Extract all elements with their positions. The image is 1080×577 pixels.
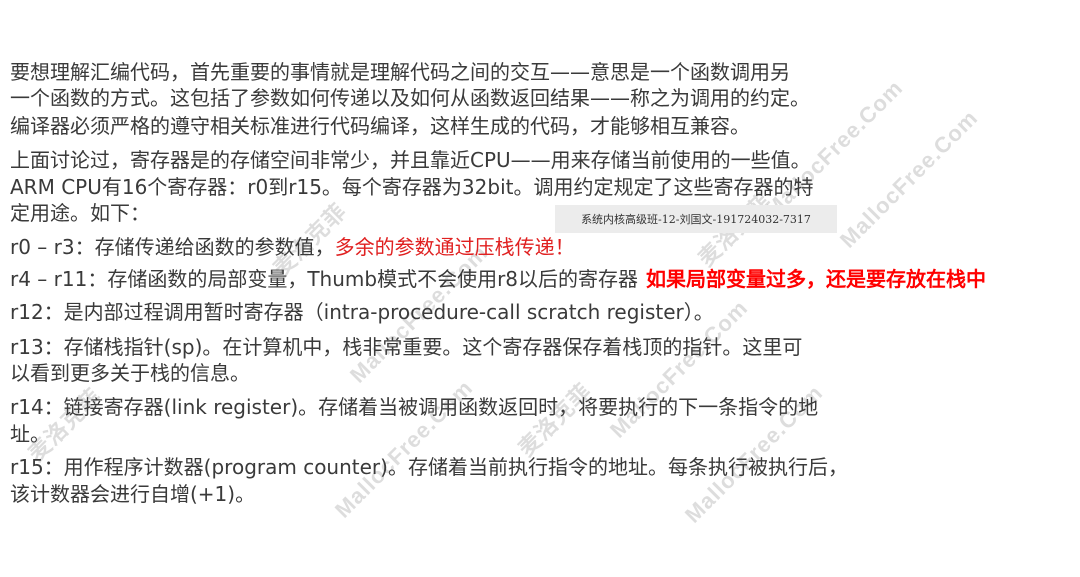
watermark: MallocFree.Com <box>835 104 983 253</box>
text-line: 编译器必须严格的遵守相关标准进行代码编译，这样生成的代码，才能够相互兼容。 <box>10 114 750 138</box>
user-stamp: 系统内核高级班-12-刘国文-191724032-7317 <box>555 205 837 233</box>
register-line-r15: r15：用作程序计数器(program counter)。存储着当前执行指令的地… <box>10 455 848 479</box>
register-line-r13: r13：存储栈指针(sp)。在计算机中，栈非常重要。这个寄存器保存着栈顶的指针。… <box>10 335 803 359</box>
text-line: 一个函数的方式。这包括了参数如何传递以及如何从函数返回结果——称之为调用的约定。 <box>10 86 810 110</box>
register-line-r14: r14：链接寄存器(link register)。存储着当被调用函数返回时，将要… <box>10 395 819 419</box>
stamp-text: 系统内核高级班-12-刘国文-191724032-7317 <box>581 213 811 226</box>
text-line: 定用途。如下： <box>10 201 150 225</box>
register-desc: r0 – r3：存储传递给函数的参数值， <box>10 235 335 259</box>
text-line: ARM CPU有16个寄存器：r0到r15。每个寄存器为32bit。调用约定规定… <box>10 175 814 199</box>
register-line-r4-r11: r4 – r11：存储函数的局部变量，Thumb模式不会使用r8以后的寄存器 如果… <box>10 266 986 292</box>
register-desc: r4 – r11：存储函数的局部变量，Thumb模式不会使用r8以后的寄存器 <box>10 267 639 291</box>
register-note: 多余的参数通过压栈传递！ <box>334 235 575 259</box>
text-line: 以看到更多关于栈的信息。 <box>10 361 250 385</box>
register-line-r0-r3: r0 – r3：存储传递给函数的参数值，多余的参数通过压栈传递！ <box>10 234 575 260</box>
text-line: 要想理解汇编代码，首先重要的事情就是理解代码之间的交互——意思是一个函数调用另 <box>10 60 790 84</box>
slide: MallocFree.Com MallocFree.Com MallocFree… <box>0 0 1080 577</box>
text-line: 址。 <box>10 422 50 446</box>
register-line-r12: r12：是内部过程调用暂时寄存器（intra-procedure-call sc… <box>10 300 714 324</box>
annotation-note: 如果局部变量过多，还是要存放在栈中 <box>646 267 987 291</box>
text-line: 上面讨论过，寄存器是的存储空间非常少，并且靠近CPU——用来存储当前使用的一些值… <box>10 148 811 172</box>
text-line: 该计数器会进行自增(+1)。 <box>10 482 256 506</box>
